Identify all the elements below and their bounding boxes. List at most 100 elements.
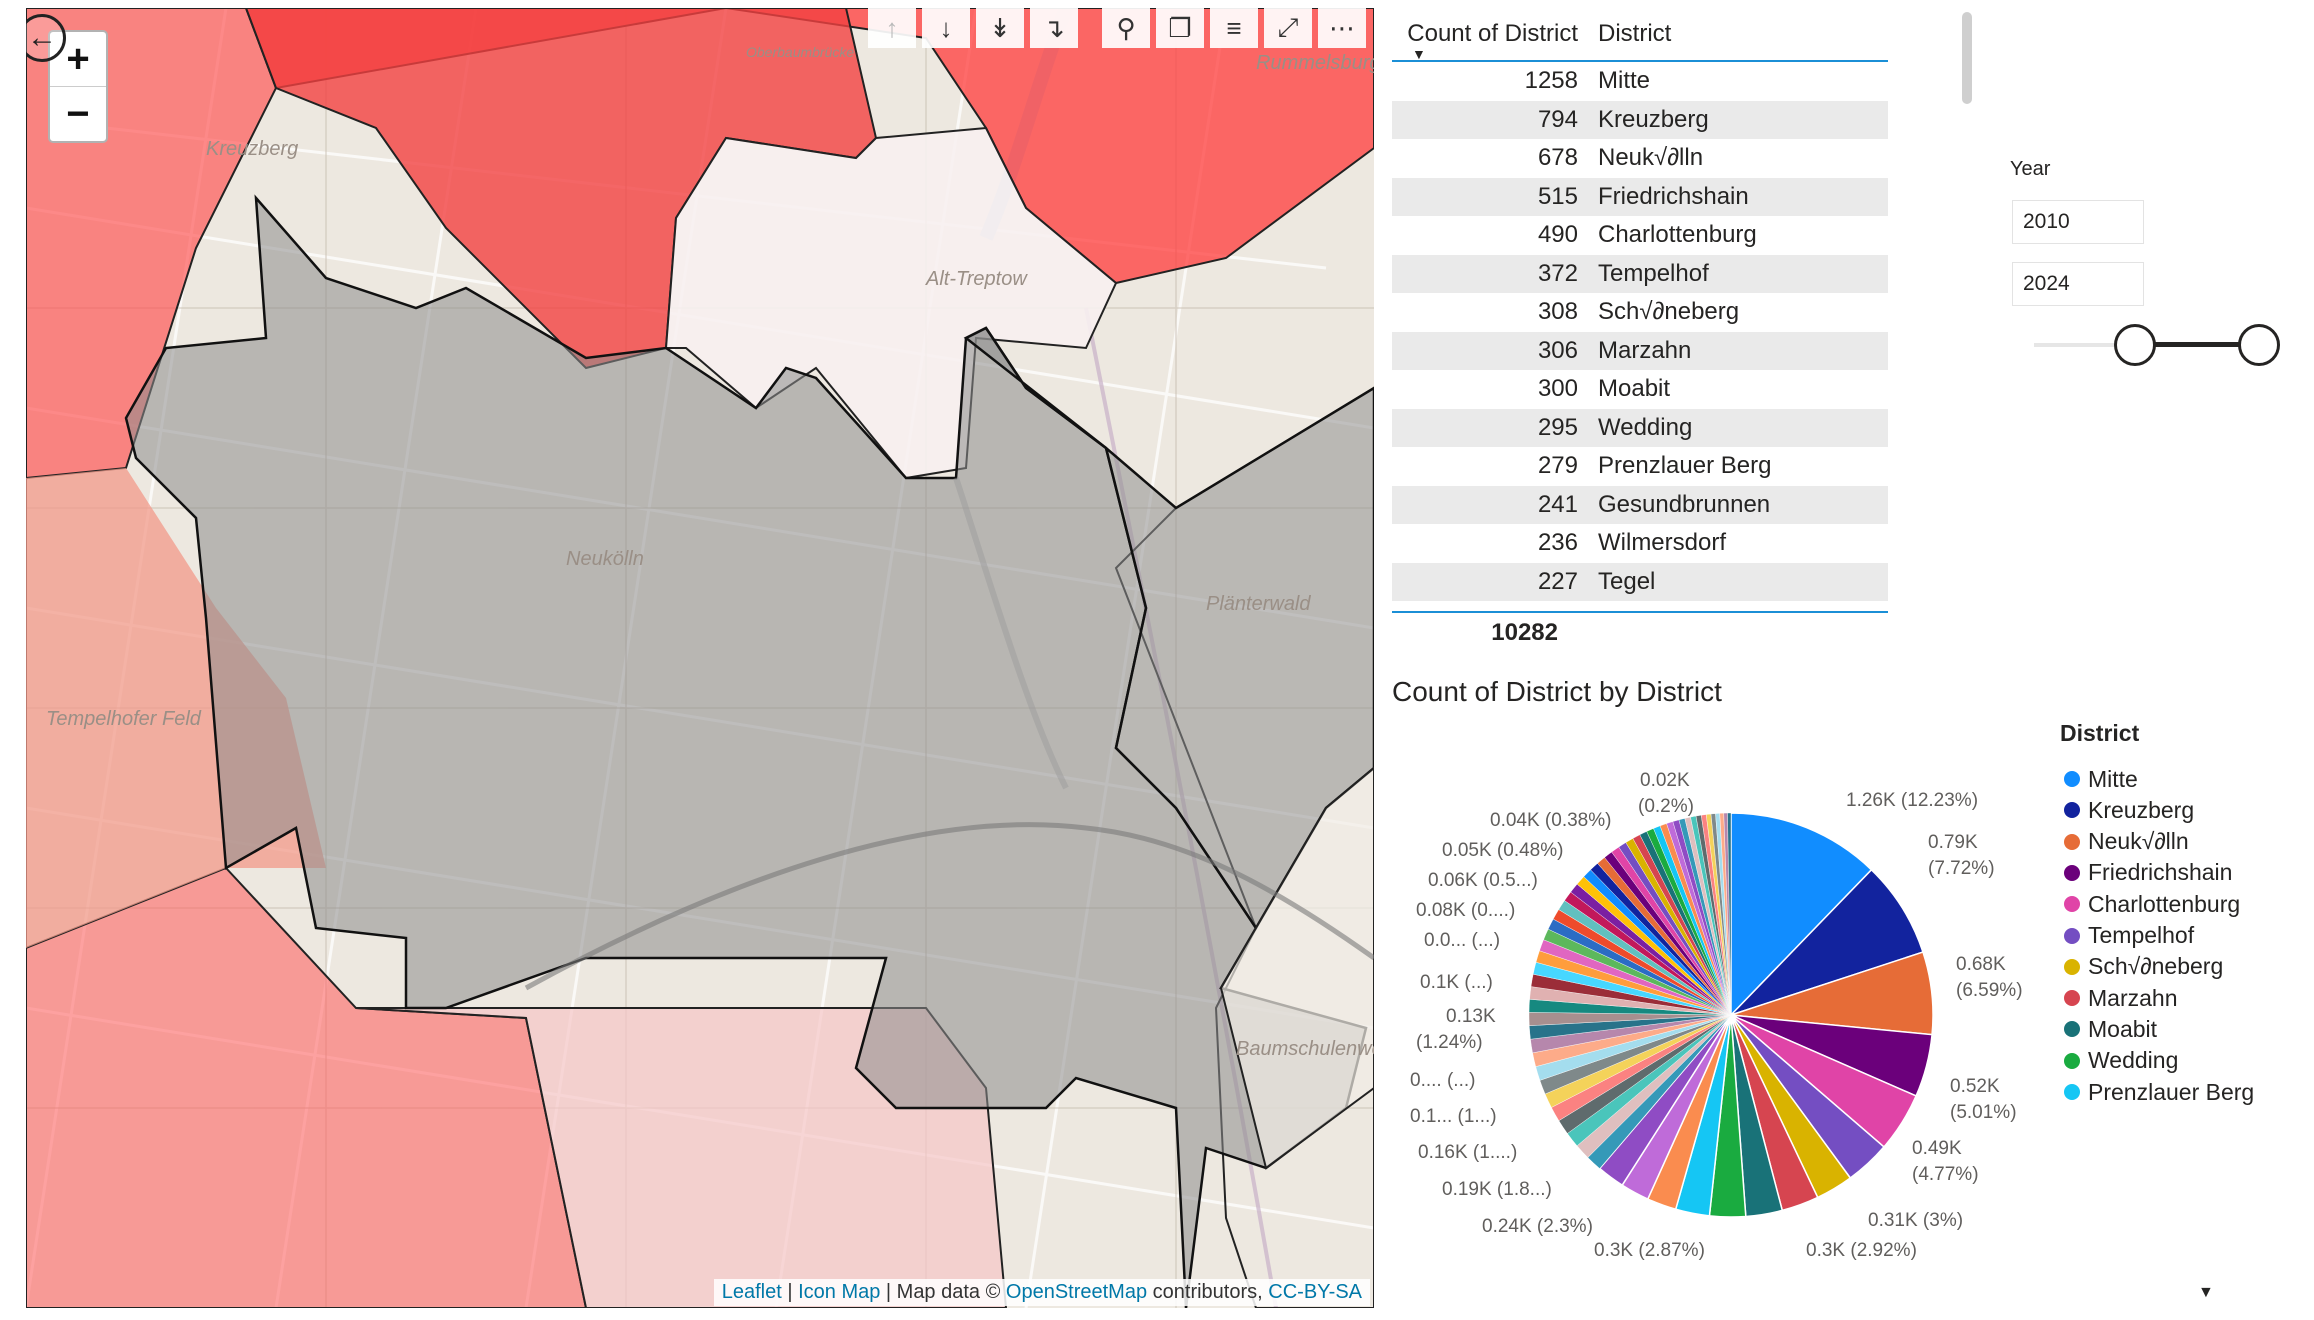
pie-data-label: (6.59%) — [1956, 980, 2023, 1001]
legend-item[interactable]: Sch√∂neberg — [2064, 952, 2223, 982]
legend-color-dot — [2064, 896, 2080, 913]
visual-header-toolbar: ↑ ↓ ↡ ↴ ⚲ ❐ ≡ ⤢ ⋯ — [868, 8, 1366, 48]
year-slicer-title: Year — [2010, 158, 2051, 180]
legend-item[interactable]: Marzahn — [2064, 983, 2177, 1013]
count-cell: 515 — [1537, 182, 1578, 210]
table-row[interactable]: 794 Kreuzberg — [1392, 100, 1888, 139]
legend-item[interactable]: Mitte — [2064, 764, 2138, 794]
drill-down-icon[interactable]: ↓ — [922, 8, 970, 48]
zoom-out-button[interactable]: − — [50, 86, 106, 141]
year-to-input[interactable]: 2024 — [2012, 262, 2144, 306]
legend-label: Kreuzberg — [2088, 796, 2195, 823]
attribution-text: | Map data © — [880, 1281, 1006, 1303]
table-row[interactable]: 490 Charlottenburg — [1392, 216, 1888, 255]
legend-item[interactable]: Prenzlauer Berg — [2064, 1077, 2254, 1107]
legend-item[interactable]: Moabit — [2064, 1014, 2157, 1044]
count-cell: 308 — [1537, 298, 1578, 326]
pin-icon[interactable]: ⚲ — [1102, 8, 1150, 48]
year-slider-end-handle[interactable] — [2238, 324, 2280, 366]
legend-item[interactable]: Kreuzberg — [2064, 795, 2194, 825]
legend-color-dot — [2064, 1021, 2080, 1038]
table-scrollbar[interactable] — [1962, 12, 1972, 104]
count-cell: 300 — [1537, 375, 1578, 403]
table-row[interactable]: 515 Friedrichshain — [1392, 177, 1888, 216]
table-row[interactable]: 678 Neuk√∂lln — [1392, 139, 1888, 178]
count-cell: 794 — [1537, 105, 1578, 133]
expand-all-levels-icon[interactable]: ↡ — [976, 8, 1024, 48]
table-row[interactable]: 241 Gesundbrunnen — [1392, 485, 1888, 524]
column-header-district[interactable]: District — [1588, 20, 1671, 48]
table-total-row: 10282 — [1392, 611, 1888, 647]
map-visual[interactable]: Kreuzberg Neukölln Tempelhofer Feld Plän… — [26, 8, 1374, 1308]
legend-item[interactable]: Friedrichshain — [2064, 858, 2232, 888]
district-cell: Friedrichshain — [1598, 182, 1749, 210]
pie-data-label: 0.1... (1...) — [1410, 1106, 1497, 1127]
year-slider-start-handle[interactable] — [2114, 324, 2156, 366]
openstreetmap-link[interactable]: OpenStreetMap — [1006, 1281, 1147, 1303]
leaflet-link[interactable]: Leaflet — [722, 1281, 782, 1303]
table-row[interactable]: 308 Sch√∂neberg — [1392, 293, 1888, 332]
legend-color-dot — [2064, 927, 2080, 944]
legend-color-dot — [2064, 802, 2080, 819]
pie-data-label: 0.02K — [1640, 770, 1690, 791]
sort-descending-icon[interactable]: ▼ — [1412, 46, 1426, 62]
pie-data-label: 0.3K (2.87%) — [1594, 1240, 1705, 1261]
table-row[interactable]: 372 Tempelhof — [1392, 254, 1888, 293]
pie-data-label: 0.24K (2.3%) — [1482, 1216, 1593, 1237]
legend-scroll-down-icon[interactable]: ▼ — [2198, 1284, 2214, 1302]
column-header-count[interactable]: Count of District — [1392, 20, 1588, 48]
pie-data-label: 0.1K (...) — [1420, 972, 1493, 993]
legend-label: Wedding — [2088, 1047, 2179, 1074]
copy-icon[interactable]: ❐ — [1156, 8, 1204, 48]
count-cell: 372 — [1537, 259, 1578, 287]
map-canvas[interactable] — [26, 8, 1374, 1308]
legend-label: Friedrichshain — [2088, 859, 2233, 886]
legend-color-dot — [2064, 1052, 2080, 1069]
filter-icon[interactable]: ≡ — [1210, 8, 1258, 48]
table-row[interactable]: 295 Wedding — [1392, 408, 1888, 447]
pie-data-label: 0.49K — [1912, 1138, 1962, 1159]
legend-label: Tempelhof — [2088, 922, 2195, 948]
pie-data-label: 0.0... (...) — [1424, 930, 1500, 951]
legend-title: District — [2060, 720, 2140, 746]
count-cell: 241 — [1537, 490, 1578, 518]
year-from-input[interactable]: 2010 — [2012, 200, 2144, 244]
pie-data-label: 0.68K — [1956, 954, 2006, 975]
legend-color-dot — [2064, 1084, 2080, 1100]
count-cell: 295 — [1537, 413, 1578, 441]
table-total-value: 10282 — [1491, 619, 1558, 646]
legend-label: Prenzlauer Berg — [2088, 1078, 2255, 1105]
icon-map-link[interactable]: Icon Map — [798, 1281, 880, 1303]
table-body: 1258 Mitte 794 Kreuzberg 678 Neuk√∂lln 515 Frie… — [1392, 62, 1888, 601]
count-cell: 306 — [1537, 336, 1578, 364]
legend-color-dot — [2064, 864, 2080, 881]
table-header: Count of District District — [1392, 8, 1888, 62]
license-link[interactable]: CC-BY-SA — [1268, 1281, 1362, 1303]
pie-data-label: 0.16K (1....) — [1418, 1142, 1517, 1163]
table-row[interactable]: 236 Wilmersdorf — [1392, 524, 1888, 563]
focus-mode-icon[interactable]: ⤢ — [1264, 8, 1312, 48]
district-cell: Moabit — [1598, 375, 1671, 403]
table-row[interactable]: 227 Tegel — [1392, 562, 1888, 601]
pie-data-label: 1.26K (12.23%) — [1846, 790, 1978, 811]
legend-color-dot — [2064, 771, 2080, 787]
legend-item[interactable]: Charlottenburg — [2064, 889, 2240, 919]
table-row[interactable]: 306 Marzahn — [1392, 331, 1888, 370]
pie-chart: 1.26K (12.23%) 0.79K (7.72%) 0.68K (6.59%) 0.… — [1410, 770, 2023, 1261]
table-row[interactable]: 279 Prenzlauer Berg — [1392, 447, 1888, 486]
legend-item[interactable]: Wedding — [2064, 1046, 2178, 1076]
legend-item[interactable]: Neuk√∂lln — [2064, 827, 2189, 857]
more-options-icon[interactable]: ⋯ — [1318, 8, 1366, 48]
table-row[interactable]: 1258 Mitte — [1392, 62, 1888, 101]
expand-next-level-icon[interactable]: ↴ — [1030, 8, 1078, 48]
drill-up-icon[interactable]: ↑ — [868, 8, 916, 48]
district-cell: Neuk√∂lln — [1598, 144, 1704, 172]
pie-chart-title: Count of District by District — [1392, 676, 1722, 707]
legend-label: Sch√∂neberg — [2088, 953, 2224, 980]
district-cell: Prenzlauer Berg — [1598, 452, 1772, 480]
legend-label: Neuk√∂lln — [2088, 828, 2189, 855]
table-row[interactable]: 300 Moabit — [1392, 370, 1888, 409]
count-cell: 490 — [1537, 221, 1578, 249]
legend-item[interactable]: Tempelhof — [2064, 921, 2194, 951]
count-cell: 1258 — [1524, 67, 1578, 95]
